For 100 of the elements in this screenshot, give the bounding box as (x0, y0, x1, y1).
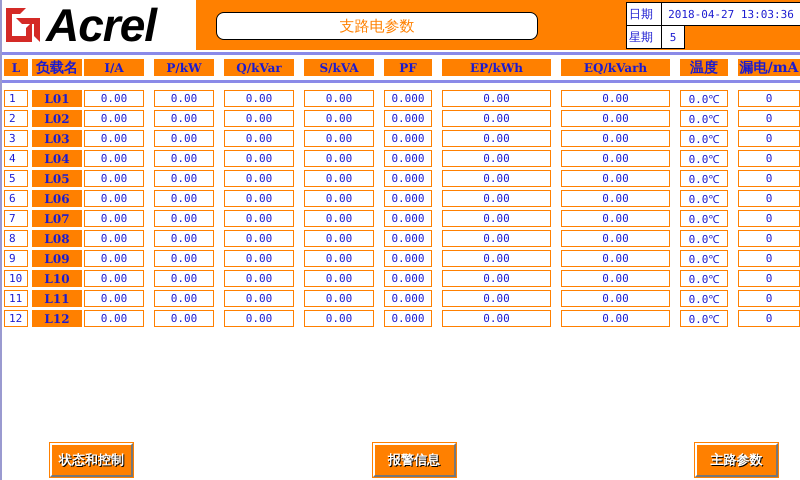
row-number: 6 (4, 190, 28, 207)
load-name: L09 (32, 250, 82, 267)
value-field: 0.000 (384, 170, 432, 187)
nav-button[interactable]: 状态和控制 (50, 443, 133, 477)
value-field: 0.0℃ (680, 170, 728, 187)
value-field: 0.00 (442, 270, 551, 287)
value-field: 0.00 (84, 150, 144, 167)
value-field: 0.00 (84, 290, 144, 307)
value-field: 0.0℃ (680, 90, 728, 107)
value-field: 0.00 (561, 290, 670, 307)
load-name: L02 (32, 110, 82, 127)
load-name: L11 (32, 290, 82, 307)
value-field: 0.00 (84, 250, 144, 267)
date-label: 日期 (626, 2, 662, 26)
value-field: 0.00 (442, 310, 551, 327)
load-name: L03 (32, 130, 82, 147)
value-field: 0.0℃ (680, 190, 728, 207)
value-field: 0 (738, 150, 800, 167)
page-title: 支路电参数 (216, 12, 538, 40)
column-header: PF (384, 59, 432, 76)
value-field: 0.00 (84, 210, 144, 227)
value-field: 0.00 (154, 110, 214, 127)
value-field: 0.00 (442, 290, 551, 307)
row-number: 10 (4, 270, 28, 287)
value-field: 0.000 (384, 150, 432, 167)
column-header: Q/kVar (224, 59, 294, 76)
value-field: 0 (738, 230, 800, 247)
value-field: 0.000 (384, 230, 432, 247)
value-field: 0.00 (304, 250, 374, 267)
value-field: 0.00 (154, 90, 214, 107)
value-field: 0.000 (384, 90, 432, 107)
value-field: 0.00 (224, 270, 294, 287)
value-field: 0.0℃ (680, 150, 728, 167)
value-field: 0.00 (84, 270, 144, 287)
weekday-value: 5 (661, 25, 685, 49)
column-header: I/A (84, 59, 144, 76)
load-name: L01 (32, 90, 82, 107)
load-name: L10 (32, 270, 82, 287)
value-field: 0.00 (304, 270, 374, 287)
row-number: 11 (4, 290, 28, 307)
nav-button[interactable]: 主路参数 (695, 443, 778, 477)
value-field: 0 (738, 90, 800, 107)
value-field: 0 (738, 270, 800, 287)
value-field: 0.00 (442, 130, 551, 147)
column-header: EQ/kVarh (561, 59, 670, 76)
value-field: 0.00 (154, 290, 214, 307)
value-field: 0.00 (154, 130, 214, 147)
value-field: 0.00 (304, 90, 374, 107)
value-field: 0.00 (224, 190, 294, 207)
column-header: 负载名 (32, 59, 82, 76)
column-header: EP/kWh (442, 59, 551, 76)
load-name: L08 (32, 230, 82, 247)
value-field: 0.00 (154, 150, 214, 167)
value-field: 0.00 (304, 290, 374, 307)
value-field: 0 (738, 290, 800, 307)
value-field: 0.00 (442, 170, 551, 187)
value-field: 0.00 (154, 310, 214, 327)
value-field: 0.00 (304, 190, 374, 207)
row-number: 8 (4, 230, 28, 247)
row-number: 2 (4, 110, 28, 127)
value-field: 0.00 (561, 210, 670, 227)
row-number: 1 (4, 90, 28, 107)
value-field: 0.0℃ (680, 210, 728, 227)
value-field: 0.00 (84, 190, 144, 207)
value-field: 0.00 (224, 90, 294, 107)
value-field: 0.00 (224, 110, 294, 127)
value-field: 0.00 (442, 110, 551, 127)
value-field: 0.00 (442, 250, 551, 267)
value-field: 0.00 (304, 210, 374, 227)
value-field: 0.00 (224, 150, 294, 167)
nav-button[interactable]: 报警信息 (372, 443, 456, 477)
value-field: 0.000 (384, 210, 432, 227)
row-number: 4 (4, 150, 28, 167)
value-field: 0 (738, 190, 800, 207)
value-field: 0.00 (304, 230, 374, 247)
value-field: 0.00 (304, 130, 374, 147)
value-field: 0.0℃ (680, 250, 728, 267)
value-field: 0.00 (154, 250, 214, 267)
value-field: 0.00 (84, 130, 144, 147)
value-field: 0.00 (561, 230, 670, 247)
value-field: 0.00 (304, 170, 374, 187)
value-field: 0.00 (442, 210, 551, 227)
value-field: 0.00 (561, 250, 670, 267)
value-field: 0.000 (384, 250, 432, 267)
value-field: 0.000 (384, 130, 432, 147)
logo-icon (6, 8, 40, 42)
value-field: 0.0℃ (680, 270, 728, 287)
value-field: 0.00 (84, 110, 144, 127)
value-field: 0.000 (384, 190, 432, 207)
value-field: 0.00 (561, 150, 670, 167)
logo-text: Acrel (46, 2, 156, 48)
load-name: L05 (32, 170, 82, 187)
load-name: L07 (32, 210, 82, 227)
row-number: 5 (4, 170, 28, 187)
value-field: 0.00 (561, 310, 670, 327)
row-number: 12 (4, 310, 28, 327)
value-field: 0.0℃ (680, 230, 728, 247)
value-field: 0 (738, 110, 800, 127)
value-field: 0.00 (154, 190, 214, 207)
weekday-label: 星期 (626, 25, 662, 49)
